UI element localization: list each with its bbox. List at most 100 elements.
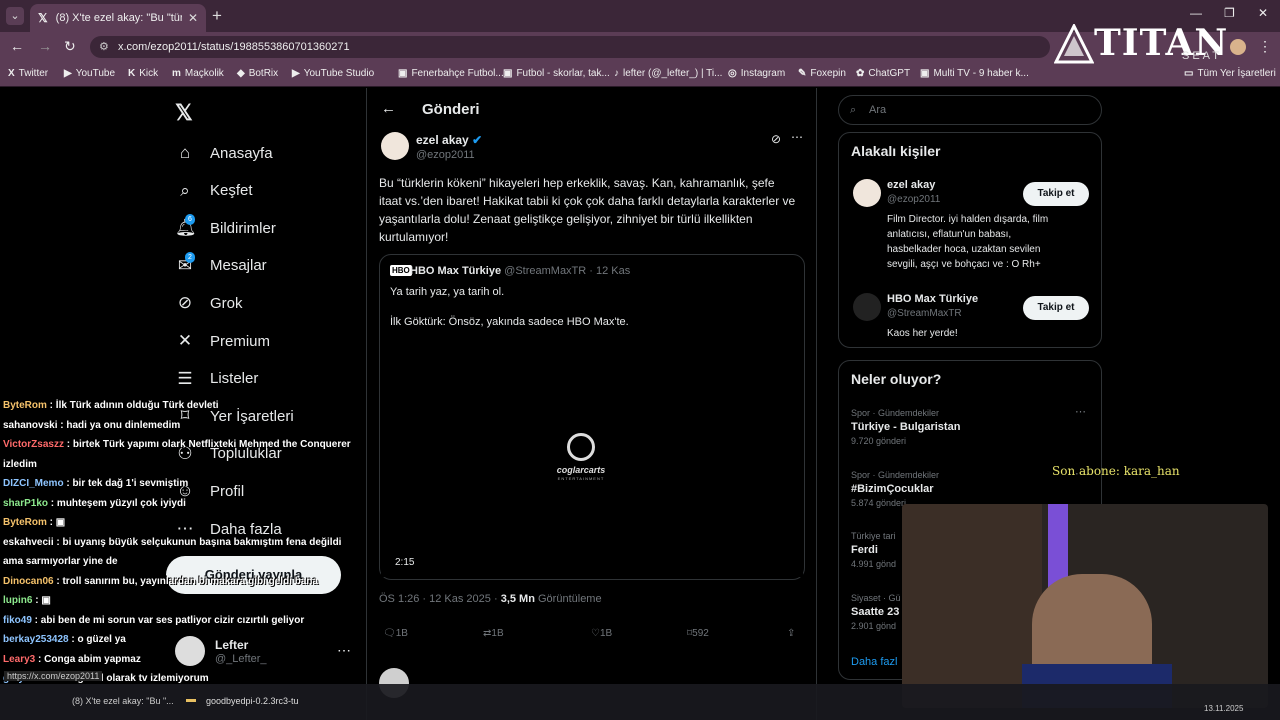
site-settings-icon[interactable]: ⚙ bbox=[99, 36, 109, 58]
show-more-link[interactable]: Daha fazl bbox=[851, 656, 897, 668]
sidebar-item-x[interactable]: ✕ Premium bbox=[175, 331, 270, 351]
url-bar[interactable]: ⚙ x.com/ezop2011/status/1988553860701360… bbox=[90, 36, 1050, 58]
chat-text: troll sanırım bu, yayınlardan bi makara … bbox=[62, 575, 319, 587]
chat-username: berkay253428 bbox=[3, 634, 69, 645]
back-arrow-icon[interactable]: ← bbox=[381, 100, 396, 117]
trend-item[interactable]: Spor · Gündemdekiler Türkiye - Bulgarista… bbox=[851, 406, 960, 448]
reload-icon[interactable]: ↻ bbox=[64, 38, 76, 55]
taskbar-item-folder[interactable]: goodbyedpi-0.2.3rc3-tu bbox=[206, 696, 299, 706]
video-logo-text: coglarcarts bbox=[556, 465, 606, 475]
sidebar-item-label: Anasayfa bbox=[210, 144, 273, 162]
sidebar-item-grok[interactable]: ⊘ Grok bbox=[175, 293, 243, 313]
trend-item[interactable]: Siyaset · Gü Saatte 23 2.901 gönd bbox=[851, 591, 901, 633]
menu-icon[interactable]: ⋮ bbox=[1258, 38, 1272, 55]
person-avatar[interactable] bbox=[853, 293, 881, 321]
chat-username: sharP1ko bbox=[3, 497, 49, 509]
person-avatar[interactable] bbox=[853, 179, 881, 207]
bookmark-item[interactable]: X Twitter bbox=[8, 68, 48, 79]
chat-username: ByteRom bbox=[3, 517, 47, 528]
bookmark-item[interactable]: ▣ Multi TV - 9 haber k... bbox=[920, 68, 1029, 79]
bookmark-item[interactable]: ▶ YouTube bbox=[64, 68, 115, 79]
maximize-button[interactable]: ❐ bbox=[1224, 6, 1235, 20]
x-logo-icon[interactable]: 𝕏 bbox=[175, 100, 193, 126]
chat-message: Leary3 : Conga abim yapmaz bbox=[3, 653, 141, 665]
url-text: x.com/ezop2011/status/198855386070136027… bbox=[118, 41, 350, 53]
video-player[interactable]: coglarcarts ENTERTAINMENT 2:15 bbox=[381, 339, 803, 577]
quote-header: HBO Max Türkiye @StreamMaxTR · 12 Kas bbox=[410, 265, 631, 277]
reply-button[interactable]: 🗨︎ 1B bbox=[383, 628, 408, 639]
search-input[interactable]: ⌕ Ara bbox=[838, 95, 1102, 125]
sidebar-item-bell[interactable]: 🔔︎ 6 Bildirimler bbox=[175, 214, 276, 238]
close-tab-icon[interactable]: ✕ bbox=[188, 11, 198, 25]
repost-button[interactable]: ⇄ 1B bbox=[483, 628, 504, 639]
author-name[interactable]: ezel akay ✔ bbox=[416, 133, 482, 147]
follow-button[interactable]: Takip et bbox=[1023, 182, 1089, 206]
sidebar-item-search[interactable]: ⌕ Keşfet bbox=[175, 180, 253, 201]
notification-badge: 6 bbox=[185, 214, 195, 226]
author-avatar[interactable] bbox=[381, 132, 409, 160]
sidebar-item-label: Premium bbox=[210, 332, 271, 350]
chat-text: ▣ bbox=[41, 595, 51, 606]
grok-icon[interactable]: ⊘ bbox=[771, 132, 781, 146]
person-name[interactable]: HBO Max Türkiye bbox=[887, 293, 978, 305]
sidebar-item-label: Bildirimler bbox=[210, 219, 276, 237]
bookmark-item[interactable]: m Maçkolik bbox=[172, 68, 224, 79]
sidebar-item-list[interactable]: ☰ Listeler bbox=[175, 369, 258, 389]
chat-username: sahanovski bbox=[3, 419, 58, 431]
tab-search-button[interactable]: ⌄ bbox=[6, 7, 24, 25]
trend-item[interactable]: Türkiye tari Ferdi 4.991 gönd bbox=[851, 529, 896, 571]
trend-more-icon[interactable]: ⋯ bbox=[1075, 405, 1086, 418]
taskbar-item-browser[interactable]: (8) X'te ezel akay: "Bu "... bbox=[72, 696, 182, 706]
chat-username: Dinocan06 bbox=[3, 575, 54, 587]
sub-alert: Son abone: kara_han bbox=[1052, 464, 1180, 478]
quoted-tweet[interactable]: HBO HBO Max Türkiye @StreamMaxTR · 12 Ka… bbox=[379, 254, 805, 580]
bookmark-item[interactable]: ▶ YouTube Studio bbox=[292, 68, 374, 79]
bookmark-favicon-icon: ▣ bbox=[398, 68, 408, 79]
profile-avatar[interactable] bbox=[1230, 39, 1246, 55]
grok-icon: ⊘ bbox=[177, 293, 193, 313]
person-name[interactable]: ezel akay bbox=[887, 179, 935, 191]
minimize-button[interactable]: — bbox=[1190, 6, 1202, 20]
browser-tab[interactable]: 𝕏 (8) X'te ezel akay: "Bu "türklerin ✕ bbox=[30, 4, 206, 32]
bookmark-item[interactable]: ♪ lefter (@_lefter_) | Ti... bbox=[614, 68, 722, 79]
new-tab-button[interactable]: + bbox=[212, 6, 222, 26]
back-icon[interactable]: ← bbox=[10, 38, 24, 54]
all-bookmarks[interactable]: ▭ Tüm Yer İşaretleri bbox=[1184, 68, 1276, 79]
close-window-button[interactable]: ✕ bbox=[1258, 6, 1268, 20]
bookmark-item[interactable]: K Kick bbox=[128, 68, 158, 79]
person-bio: Film Director. iyi halden dışarda, film … bbox=[887, 214, 1049, 270]
bookmark-item[interactable]: ▣ Fenerbahçe Futbol... bbox=[398, 68, 504, 79]
related-title: Alakalı kişiler bbox=[851, 143, 941, 159]
person-handle: @ezop2011 bbox=[887, 194, 941, 205]
bookmark-button[interactable]: ⌑ 592 bbox=[687, 628, 709, 639]
chat-message: VictorZsaszz : birtek Türk yapımı olark … bbox=[3, 439, 351, 470]
notification-badge: 2 bbox=[185, 251, 195, 263]
chat-text: ▣ bbox=[55, 517, 66, 528]
sidebar-item-home[interactable]: ⌂ Anasayfa bbox=[175, 143, 273, 163]
forward-icon[interactable]: → bbox=[38, 38, 52, 54]
chat-message: fiko49 : abi ben de mi sorun var ses pat… bbox=[3, 614, 305, 626]
sidebar-item-label: Keşfet bbox=[210, 182, 253, 200]
chat-message: ByteRom : İlk Türk adının olduğu Türk de… bbox=[3, 400, 219, 411]
bookmark-item[interactable]: ◎ Instagram bbox=[728, 68, 785, 79]
chat-text: muhteşem yüzyıl çok iyiydi bbox=[56, 497, 186, 509]
share-icon[interactable]: ⇪ bbox=[787, 628, 795, 639]
titan-seat-logo: TITAN SEAT bbox=[1054, 22, 1227, 66]
author-handle[interactable]: @ezop2011 bbox=[416, 149, 475, 161]
bookmark-item[interactable]: ◆ BotRix bbox=[237, 68, 278, 79]
bookshelf bbox=[902, 504, 1042, 708]
bookmark-item[interactable]: ✎ Foxepin bbox=[798, 68, 846, 79]
sidebar-item-mail[interactable]: ✉ 2 Mesajlar bbox=[175, 251, 267, 276]
like-button[interactable]: ♡ 1B bbox=[591, 628, 612, 639]
chat-message: eskahvecii : bi uyanış büyük selçukunun … bbox=[3, 536, 342, 568]
more-icon[interactable]: ⋯ bbox=[791, 130, 803, 144]
bookmark-item[interactable]: ▣ Futbol - skorlar, tak... bbox=[503, 68, 610, 79]
sidebar-item-label: Grok bbox=[210, 294, 243, 312]
video-logo-sub: ENTERTAINMENT bbox=[557, 476, 605, 481]
chat-username: eskahvecii bbox=[3, 536, 54, 548]
bookmark-item[interactable]: ✿ ChatGPT bbox=[856, 68, 910, 79]
follow-button[interactable]: Takip et bbox=[1023, 296, 1089, 320]
bookmark-favicon-icon: ▣ bbox=[503, 68, 513, 79]
chat-message: Dinocan06 : troll sanırım bu, yayınlarda… bbox=[3, 575, 319, 587]
search-icon: ⌕ bbox=[180, 180, 190, 200]
